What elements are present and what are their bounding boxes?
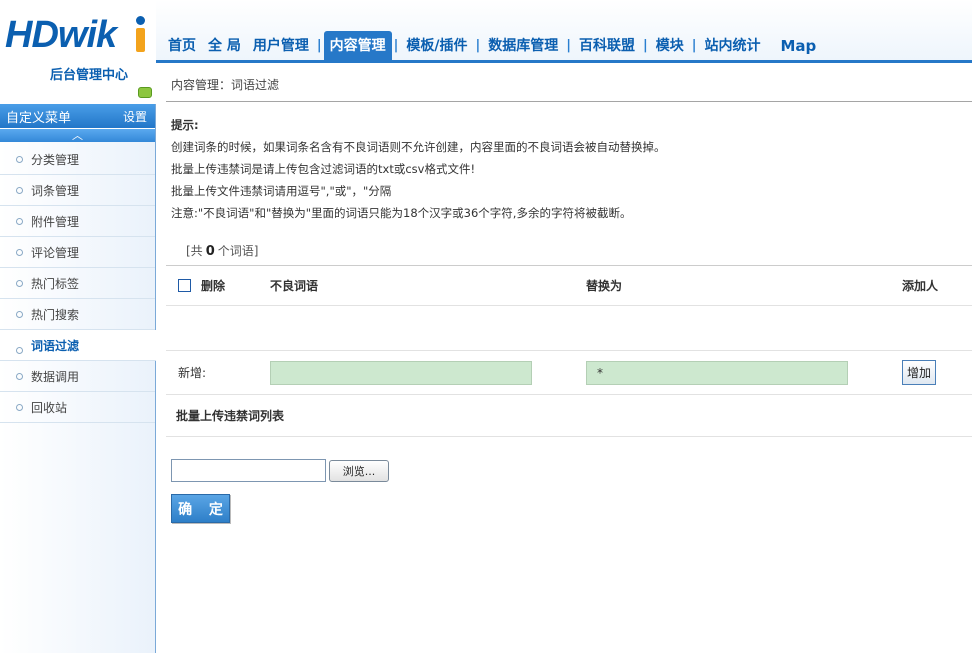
sidebar-item-entries[interactable]: 词条管理 <box>0 175 155 206</box>
sidebar-item-hot-tags[interactable]: 热门标签 <box>0 268 155 299</box>
bullet-icon <box>16 217 23 225</box>
nav-separator: | <box>316 38 322 53</box>
sidebar-menu: 分类管理 词条管理 附件管理 评论管理 热门标签 热门搜索 词语过滤 数据调用 … <box>0 144 156 423</box>
sidebar-item-label: 评论管理 <box>31 245 80 260</box>
nav-separator: | <box>393 38 399 53</box>
delete-header: 删除 <box>201 279 226 293</box>
sidebar-item-label: 词语过滤 <box>31 338 80 353</box>
word-count-prefix: [共 <box>186 244 203 258</box>
sidebar-item-comments[interactable]: 评论管理 <box>0 237 155 268</box>
confirm-button[interactable]: 确 定 <box>171 494 230 523</box>
logo: HDwik 后台管理中心 <box>0 0 156 104</box>
table-header: 删除 不良词语 替换为 添加人 <box>166 266 972 306</box>
tip-line: 创建词条的时候，如果词条名含有不良词语则不允许创建，内容里面的不良词语会被自动替… <box>171 140 666 154</box>
replace-input[interactable] <box>586 360 848 385</box>
nav-separator: | <box>475 38 481 53</box>
tip-line: 注意:"不良词语"和"替换为"里面的词语只能为18个汉字或36个字符,多余的字符… <box>171 206 632 220</box>
bullet-icon <box>16 186 23 194</box>
sidebar-item-word-filter[interactable]: 词语过滤 <box>0 330 156 361</box>
nav-database-management[interactable]: 数据库管理 <box>482 31 564 60</box>
bullet-icon <box>16 346 23 354</box>
sidebar-item-category[interactable]: 分类管理 <box>0 144 155 175</box>
main-content: 内容管理：词语过滤 提示: 创建词条的时候，如果词条名含有不良词语则不允许创建，… <box>166 66 972 523</box>
add-row-label: 新增: <box>178 366 207 380</box>
bad-word-header: 不良词语 <box>270 279 319 293</box>
word-count-suffix: 个词语] <box>217 244 259 258</box>
top-nav: 首页 全 局 用户管理 | 内容管理 | 模板/插件 | 数据库管理 | 百科联… <box>156 0 972 63</box>
bullet-icon <box>16 310 23 318</box>
breadcrumb: 内容管理：词语过滤 <box>166 66 972 102</box>
table-empty-row <box>166 306 972 351</box>
nav-separator: | <box>566 38 571 53</box>
sidebar: 自定义菜单 设置 ︿ 分类管理 词条管理 附件管理 评论管理 热门标签 热门搜索… <box>0 104 156 653</box>
nav-separator: | <box>691 38 697 53</box>
bullet-icon <box>16 279 23 287</box>
replace-header: 替换为 <box>586 279 623 293</box>
sidebar-item-label: 热门搜索 <box>31 307 80 322</box>
add-button[interactable]: 增加 <box>902 360 937 385</box>
logo-brand: HDwik <box>5 14 117 56</box>
tip-line: 批量上传文件违禁词请用逗号","或"，"分隔 <box>171 184 392 198</box>
sidebar-item-label: 回收站 <box>31 400 68 415</box>
settings-link[interactable]: 设置 <box>123 108 147 125</box>
sidebar-item-label: 附件管理 <box>31 214 80 229</box>
tips-box: 提示: 创建词条的时候，如果词条名含有不良词语则不允许创建，内容里面的不良词语会… <box>166 102 972 224</box>
nav-modules[interactable]: 模块 <box>650 31 690 60</box>
chat-icon[interactable] <box>138 87 152 98</box>
nav-templates-plugins[interactable]: 模板/插件 <box>400 31 473 60</box>
logo-subtitle: 后台管理中心 <box>50 68 129 83</box>
tip-line: 批量上传违禁词是请上传包含过滤词语的txt或csv格式文件! <box>171 162 476 176</box>
sidebar-item-attachments[interactable]: 附件管理 <box>0 206 155 237</box>
nav-wiki-alliance[interactable]: 百科联盟 <box>573 31 641 60</box>
add-word-row: 新增: 增加 <box>166 351 972 395</box>
file-upload: 浏览... <box>166 459 972 482</box>
bullet-icon <box>16 372 23 380</box>
batch-upload-title: 批量上传违禁词列表 <box>166 395 972 437</box>
custom-menu-label[interactable]: 自定义菜单 <box>6 107 71 126</box>
word-count-number: 0 <box>205 244 215 259</box>
logo-i-icon <box>135 16 146 52</box>
browse-button[interactable]: 浏览... <box>329 459 389 482</box>
sidebar-item-hot-search[interactable]: 热门搜索 <box>0 299 155 330</box>
nav-site-statistics[interactable]: 站内统计 <box>699 31 767 60</box>
nav-global[interactable]: 全 局 <box>202 31 247 60</box>
sidebar-item-label: 数据调用 <box>31 369 80 384</box>
nav-home[interactable]: 首页 <box>162 31 202 60</box>
nav-separator: | <box>643 38 648 53</box>
sidebar-item-data-call[interactable]: 数据调用 <box>0 361 155 392</box>
bad-word-input[interactable] <box>270 360 532 385</box>
nav-map[interactable]: Map <box>775 31 823 60</box>
added-by-header: 添加人 <box>902 279 939 293</box>
tips-title: 提示: <box>171 118 199 132</box>
nav-content-management[interactable]: 内容管理 <box>323 31 392 60</box>
word-count: [共 0 个词语] <box>166 236 972 266</box>
collapse-chevron-up-icon[interactable]: ︿ <box>0 128 155 142</box>
sidebar-item-recycle-bin[interactable]: 回收站 <box>0 392 155 423</box>
sidebar-item-label: 词条管理 <box>31 183 80 198</box>
bullet-icon <box>16 248 23 256</box>
select-all-checkbox[interactable] <box>178 279 191 292</box>
bullet-icon <box>16 155 23 163</box>
nav-user-management[interactable]: 用户管理 <box>247 31 315 60</box>
sidebar-item-label: 分类管理 <box>31 152 80 167</box>
sidebar-item-label: 热门标签 <box>31 276 80 291</box>
custom-menu-bar: 自定义菜单 设置 <box>0 104 155 128</box>
file-path-input[interactable] <box>171 459 326 482</box>
bullet-icon <box>16 403 23 411</box>
